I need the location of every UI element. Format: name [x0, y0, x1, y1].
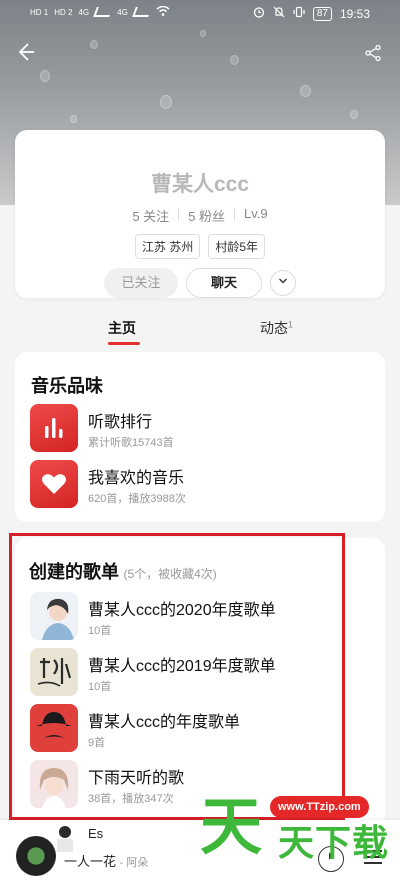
rain-drop: [40, 70, 50, 82]
sim-1-label: HD 1: [30, 7, 49, 17]
profile-tabs: 主页 动态1: [0, 318, 400, 345]
signal-2-label: 4G: [117, 7, 128, 17]
watermark-text: 天下载: [278, 823, 390, 864]
watermark-big-char: 天: [200, 790, 263, 863]
village-age-tag: 村龄5年: [208, 234, 266, 259]
listening-rank-subtitle: 累计听歌15743首: [88, 437, 174, 449]
listening-rank-title: 听歌排行: [88, 414, 153, 431]
username: 曹某人ccc: [150, 173, 250, 196]
tab-dynamic[interactable]: 动态1: [260, 318, 293, 338]
rain-drop: [160, 95, 172, 109]
back-arrow-icon: [18, 43, 34, 61]
profile-tags: 江苏 苏州 村龄5年: [15, 234, 385, 259]
alarm-icon: [253, 6, 265, 21]
status-right: 87 19:53: [253, 6, 370, 21]
tab-dynamic-label: 动态: [260, 320, 288, 336]
wifi-icon: [156, 5, 170, 18]
watermark-url: www.TTzip.com: [270, 796, 369, 818]
user-level: Lv.9: [244, 206, 268, 221]
status-bar: HD 1 HD 2 4G 4G 87 19:53: [0, 0, 400, 28]
tab-home-label: 主页: [108, 320, 136, 336]
followed-button[interactable]: 已关注: [104, 268, 178, 298]
next-item-label: Es: [88, 826, 104, 841]
signal-1-label: 4G: [78, 7, 90, 17]
back-button[interactable]: [12, 40, 40, 68]
mini-player-track: 一人一花 - 阿朵: [64, 851, 148, 870]
profile-actions: 已关注 聊天: [15, 268, 385, 298]
signal-icon: [131, 7, 152, 17]
battery-indicator: 87: [312, 6, 332, 21]
status-left: HD 1 HD 2 4G 4G: [30, 5, 170, 18]
fans-count[interactable]: 5 粉丝: [179, 206, 234, 225]
share-button[interactable]: [364, 44, 382, 62]
liked-music-item[interactable]: 我喜欢的音乐 620首，播放3988次: [30, 460, 370, 508]
profile-stats: 5 关注 5 粉丝 Lv.9: [15, 206, 385, 225]
tab-home[interactable]: 主页: [108, 318, 140, 345]
mini-player-artist: - 阿朵: [119, 857, 149, 869]
highlight-annotation: [9, 533, 345, 820]
tab-dynamic-count: 1: [288, 319, 294, 330]
rain-drop: [200, 30, 206, 37]
mini-player-title: 一人一花: [64, 854, 117, 869]
profile-card: 曹某人ccc 5 关注 5 粉丝 Lv.9 江苏 苏州 村龄5年 已关注 聊天: [15, 130, 385, 298]
clock: 19:53: [339, 6, 370, 21]
heart-icon: [30, 460, 78, 508]
vibrate-icon: [293, 6, 305, 21]
rain-drop: [300, 85, 311, 97]
sim-2-label: HD 2: [54, 7, 73, 17]
share-icon: [365, 44, 381, 62]
more-button[interactable]: [270, 270, 296, 296]
signal-icon: [93, 7, 113, 17]
follows-count[interactable]: 5 关注: [123, 206, 178, 225]
rain-drop: [70, 115, 77, 123]
next-item-avatar: [50, 822, 90, 852]
rain-drop: [350, 110, 358, 119]
location-tag: 江苏 苏州: [134, 234, 201, 259]
watermark-logo: 天 www.TTzip.com 天下载: [200, 790, 390, 870]
rank-chart-icon: [30, 404, 78, 452]
liked-music-title: 我喜欢的音乐: [88, 470, 185, 487]
active-tab-indicator: [108, 342, 140, 345]
chevron-down-icon: [279, 278, 287, 284]
mute-icon: [273, 6, 285, 21]
listening-rank-item[interactable]: 听歌排行 累计听歌15743首: [30, 404, 370, 452]
music-taste-card: 音乐品味 听歌排行 累计听歌15743首 我喜欢的音乐 620首，播放3988次: [15, 352, 385, 522]
chat-button[interactable]: 聊天: [186, 268, 262, 298]
music-taste-title: 音乐品味: [31, 376, 103, 396]
rain-drop: [90, 40, 98, 49]
liked-music-subtitle: 620首，播放3988次: [88, 493, 186, 505]
rain-drop: [230, 55, 239, 65]
